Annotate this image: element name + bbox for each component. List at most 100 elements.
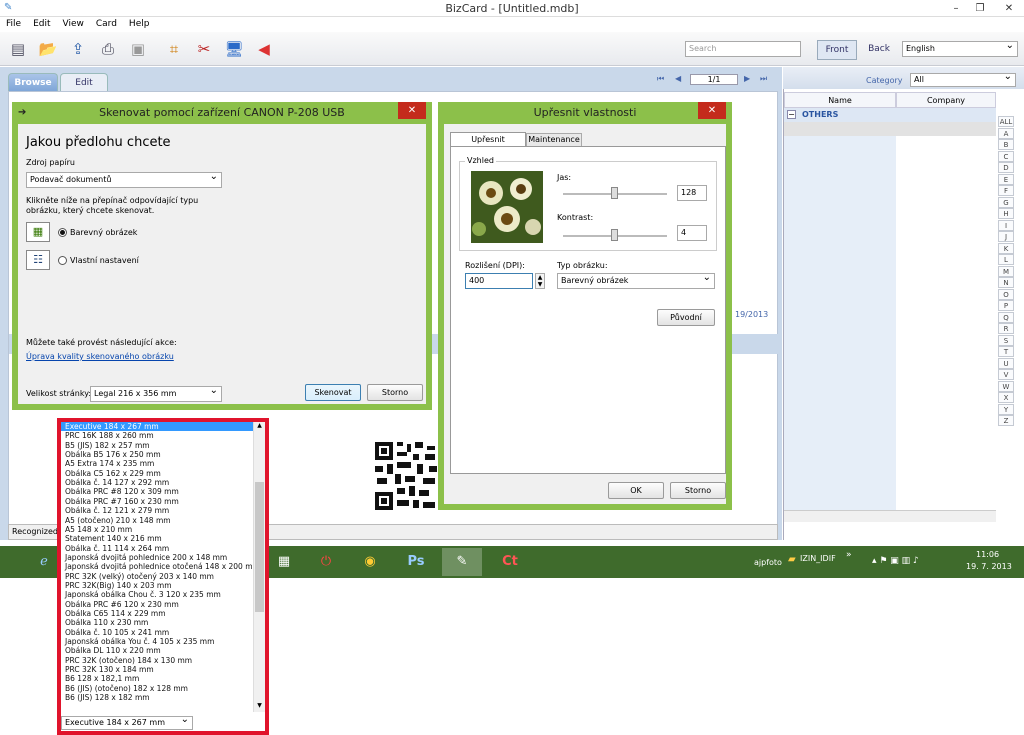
page-size-option[interactable]: Obálka DL 110 x 220 mm <box>65 646 161 655</box>
next-page-icon[interactable]: ▶ <box>744 74 750 83</box>
scroll-up-icon[interactable]: ▲ <box>254 422 265 432</box>
contrast-thumb[interactable] <box>611 229 618 241</box>
alpha-index-y[interactable]: Y <box>998 403 1014 415</box>
tab-browse[interactable]: Browse <box>8 73 58 91</box>
alpha-index-d[interactable]: D <box>998 162 1014 173</box>
tab-advanced[interactable]: Upřesnit vlastnosti <box>450 132 526 157</box>
menu-view[interactable]: View <box>57 17 90 32</box>
alpha-index-o[interactable]: O <box>998 288 1014 300</box>
language-select[interactable]: English <box>902 39 1018 57</box>
alpha-index-e[interactable]: E <box>998 173 1014 185</box>
page-size-option[interactable]: A5 148 x 210 mm <box>65 525 132 534</box>
alpha-index-k[interactable]: K <box>998 242 1014 254</box>
alpha-index-h[interactable]: H <box>998 208 1014 219</box>
page-size-option[interactable]: Obálka PRC #8 120 x 309 mm <box>65 487 179 496</box>
page-size-option[interactable]: Obálka č. 11 114 x 264 mm <box>65 544 169 553</box>
ct-icon[interactable]: Ct <box>490 548 530 576</box>
menu-file[interactable]: File <box>0 17 27 32</box>
tab-edit[interactable]: Edit <box>60 73 108 91</box>
menu-help[interactable]: Help <box>123 17 156 32</box>
page-size-list[interactable]: Executive 184 x 267 mm PRC 16K 188 x 260 … <box>61 422 253 712</box>
chrome-icon[interactable]: ◉ <box>350 548 390 576</box>
alpha-index-s[interactable]: S <box>998 334 1014 346</box>
save-icon[interactable]: ▣ <box>126 38 150 60</box>
page-size-option[interactable]: PRC 32K (velký) otočený 203 x 140 mm <box>65 572 214 581</box>
crop-icon[interactable]: ⌗ <box>162 38 186 60</box>
page-size-option[interactable]: Statement 140 x 216 mm <box>65 534 162 543</box>
tab-maintenance[interactable]: Maintenance <box>526 133 582 146</box>
page-size-option[interactable]: B6 (JIS) (otočeno) 182 x 128 mm <box>65 684 188 693</box>
col-company[interactable]: Company <box>896 92 996 108</box>
scan-button[interactable]: Skenovat <box>305 384 361 401</box>
color-photo-icon[interactable]: ▦ <box>26 222 50 242</box>
alpha-index-p[interactable]: P <box>998 300 1014 311</box>
alpha-index-c[interactable]: C <box>998 150 1014 162</box>
scan-cancel-button[interactable]: Storno <box>367 384 423 401</box>
list-row[interactable] <box>784 122 996 136</box>
power-icon[interactable]: ⏻ <box>306 548 346 576</box>
page-size-option[interactable]: Executive 184 x 267 mm <box>61 422 253 432</box>
category-select[interactable]: All <box>910 71 1016 87</box>
alpha-index-r[interactable]: R <box>998 323 1014 334</box>
brightness-input[interactable]: 128 <box>677 185 707 201</box>
front-button[interactable]: Front <box>817 40 857 60</box>
alpha-index-m[interactable]: M <box>998 265 1014 277</box>
taskbar-folder[interactable]: IZIN_IDIF <box>800 554 836 563</box>
search-input[interactable]: Search <box>685 41 801 57</box>
taskbar-user[interactable]: ajpfoto <box>754 558 782 567</box>
alpha-index-u[interactable]: U <box>998 357 1014 369</box>
horizontal-scrollbar[interactable] <box>784 510 996 522</box>
page-size-option[interactable]: Obálka 110 x 230 mm <box>65 618 148 627</box>
open-folder-icon[interactable]: 📂 <box>36 38 60 60</box>
alpha-index-w[interactable]: W <box>998 380 1014 392</box>
print-icon[interactable]: ⎙ <box>96 38 120 60</box>
alpha-index-v[interactable]: V <box>998 369 1014 380</box>
custom-settings-radio[interactable] <box>58 256 67 265</box>
last-page-icon[interactable]: ⏭ <box>760 74 767 84</box>
list-scrollbar[interactable]: ▲ ▼ <box>253 422 265 712</box>
page-size-option[interactable]: Japonská dvojitá pohlednice otočená 148 … <box>65 562 253 571</box>
prev-page-icon[interactable]: ◀ <box>675 74 681 83</box>
page-size-option[interactable]: Obálka C5 162 x 229 mm <box>65 469 161 478</box>
page-size-option[interactable]: Obálka PRC #7 160 x 230 mm <box>65 497 179 506</box>
page-size-option[interactable]: B5 (JIS) 182 x 257 mm <box>65 441 150 450</box>
custom-settings-icon[interactable]: ☷ <box>26 250 50 270</box>
taskbar-overflow[interactable]: » <box>846 550 852 560</box>
back-button[interactable]: Back <box>862 40 896 60</box>
dpi-input[interactable]: 400 <box>465 273 533 289</box>
page-size-option[interactable]: Obálka č. 12 121 x 279 mm <box>65 506 169 515</box>
app-icon-blue[interactable]: ▦ <box>264 548 304 576</box>
close-button[interactable]: ✕ <box>994 0 1024 17</box>
page-size-option[interactable]: Obálka C65 114 x 229 mm <box>65 609 166 618</box>
scroll-down-icon[interactable]: ▼ <box>254 702 265 712</box>
page-size-option[interactable]: Obálka č. 10 105 x 241 mm <box>65 628 169 637</box>
properties-dialog-close[interactable]: ✕ <box>698 102 726 119</box>
photoshop-icon[interactable]: Ps <box>396 548 436 576</box>
page-size-select[interactable]: Legal 216 x 356 mm <box>90 384 222 402</box>
tray-icons[interactable]: ▴ ⚑ ▣ ▥ ♪ <box>872 556 919 566</box>
source-select[interactable]: Podavač dokumentů <box>26 170 222 188</box>
scroll-thumb[interactable] <box>255 482 264 612</box>
group-row[interactable]: − OTHERS <box>784 108 996 122</box>
brightness-thumb[interactable] <box>611 187 618 199</box>
alpha-index-b[interactable]: B <box>998 139 1014 150</box>
export-icon[interactable]: ⇪ <box>66 38 90 60</box>
clock-date[interactable]: 19. 7. 2013 <box>966 562 1012 571</box>
maximize-button[interactable]: ❐ <box>968 0 992 17</box>
scan-dialog-close[interactable]: ✕ <box>398 102 426 119</box>
first-page-icon[interactable]: ⏮ <box>657 74 664 84</box>
group-toggle[interactable]: − <box>787 110 796 119</box>
alpha-index-l[interactable]: L <box>998 254 1014 265</box>
page-size-option[interactable]: PRC 32K(Big) 140 x 203 mm <box>65 581 172 590</box>
alpha-index-x[interactable]: X <box>998 392 1014 403</box>
image-type-select[interactable]: Barevný obrázek <box>557 271 715 289</box>
page-size-option[interactable]: Obálka B5 176 x 250 mm <box>65 450 161 459</box>
menu-edit[interactable]: Edit <box>27 17 56 32</box>
alpha-index-f[interactable]: F <box>998 185 1014 196</box>
monitor-icon[interactable]: 🖥 <box>222 38 246 60</box>
exit-icon[interactable]: ◀ <box>252 38 276 60</box>
page-size-option[interactable]: PRC 16K 188 x 260 mm <box>65 431 154 440</box>
alpha-index-j[interactable]: J <box>998 231 1014 242</box>
alpha-index-i[interactable]: I <box>998 219 1014 231</box>
page-size-option[interactable]: Obálka PRC #6 120 x 230 mm <box>65 600 179 609</box>
